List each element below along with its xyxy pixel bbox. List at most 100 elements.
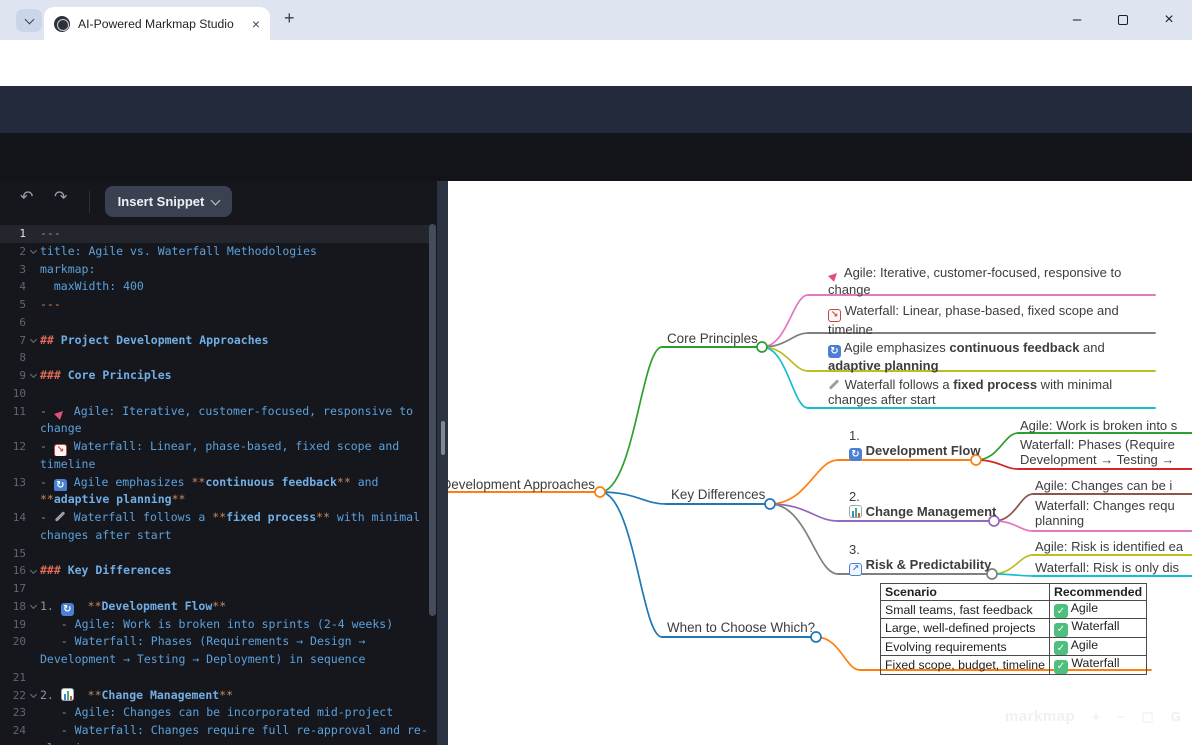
- editor-scrollbar[interactable]: [429, 224, 436, 616]
- chartdown-icon: ↘: [54, 444, 67, 456]
- map-node-branch-when-to-choose[interactable]: When to Choose Which?: [667, 620, 815, 635]
- window-close-button[interactable]: ×: [1146, 0, 1192, 39]
- fold-gutter[interactable]: [26, 332, 40, 350]
- mindmap-pane[interactable]: Development Approaches Core Principles Key…: [448, 181, 1192, 745]
- code-text: maxWidth: 400: [40, 278, 430, 296]
- code-line: 2title: Agile vs. Waterfall Methodologie…: [0, 243, 430, 261]
- line-number: 5: [0, 296, 26, 314]
- tab-close-icon[interactable]: ×: [252, 17, 260, 31]
- map-node-item-development-flow[interactable]: ↻ Development Flow: [849, 443, 980, 461]
- map-node-item-risk-predictability[interactable]: ↗ Risk & Predictability: [849, 557, 991, 576]
- window-minimize-button[interactable]: –: [1054, 0, 1100, 39]
- fold-gutter: [26, 314, 40, 332]
- map-node-branch-core-principles[interactable]: Core Principles: [667, 331, 758, 346]
- line-number: 6: [0, 314, 26, 332]
- undo-icon[interactable]: ↶: [20, 187, 33, 207]
- fold-gutter: [26, 385, 40, 403]
- table-row: Fixed scope, budget, timeline✓ Waterfall: [881, 656, 1147, 675]
- fold-gutter[interactable]: [26, 687, 40, 705]
- map-node-leaf-waterfall-linear[interactable]: ↘ Waterfall: Linear, phase-based, fixed …: [828, 303, 1119, 337]
- code-line: 5---: [0, 296, 430, 314]
- check-icon: ✓: [1054, 660, 1068, 674]
- watermark-button-3[interactable]: G: [1171, 709, 1181, 724]
- fold-gutter: [26, 545, 40, 563]
- code-line: 14- Waterfall follows a **fixed process*…: [0, 509, 430, 527]
- scenario-cell: Small teams, fast feedback: [881, 600, 1050, 619]
- browser-tab[interactable]: AI-Powered Markmap Studio ×: [44, 7, 270, 40]
- code-text: ### Core Principles: [40, 367, 430, 385]
- line-number: 16: [0, 562, 26, 580]
- node-toggle-circle[interactable]: [765, 499, 775, 509]
- fold-gutter[interactable]: [26, 598, 40, 616]
- code-text: - Waterfall follows a **fixed process** …: [40, 509, 430, 527]
- map-node-branch-key-differences[interactable]: Key Differences: [671, 487, 765, 502]
- pane-divider[interactable]: [437, 181, 448, 745]
- map-node-leaf-waterfall-phases[interactable]: Waterfall: Phases (RequireDevelopment → …: [1020, 437, 1175, 468]
- maximize-icon: [1118, 15, 1128, 25]
- mindmap-link: [600, 492, 666, 504]
- node-toggle-circle[interactable]: [757, 342, 767, 352]
- code-line: Development → Testing → Deployment) in s…: [0, 651, 430, 669]
- map-node-item-change-management[interactable]: Change Management: [849, 504, 996, 519]
- fold-gutter: [26, 527, 40, 545]
- window-maximize-button[interactable]: [1100, 0, 1146, 39]
- watermark-button-0[interactable]: +: [1092, 709, 1100, 724]
- map-node-leaf-waterfall-risk[interactable]: Waterfall: Risk is only dis: [1035, 560, 1179, 575]
- fold-gutter[interactable]: [26, 367, 40, 385]
- line-number: 17: [0, 580, 26, 598]
- tab-search-button[interactable]: [16, 9, 42, 32]
- code-text: 2. **Change Management**: [40, 687, 430, 705]
- markmap-brand[interactable]: markmap: [1005, 708, 1075, 725]
- new-tab-button[interactable]: +: [284, 8, 295, 29]
- code-line: change: [0, 420, 430, 438]
- mindmap-link: [770, 460, 838, 504]
- redo-icon[interactable]: ↷: [54, 187, 67, 207]
- code-text: [40, 545, 430, 563]
- fold-gutter[interactable]: [26, 562, 40, 580]
- fold-gutter: [26, 225, 40, 243]
- recommended-cell: ✓ Waterfall: [1049, 656, 1146, 675]
- recommended-cell: ✓ Agile: [1049, 600, 1146, 619]
- code-line: 16### Key Differences: [0, 562, 430, 580]
- mindmap-link: [770, 504, 838, 574]
- fold-gutter[interactable]: [26, 243, 40, 261]
- fold-chevron-icon: [29, 336, 36, 343]
- map-node-leaf-agile-changes[interactable]: Agile: Changes can be i: [1035, 478, 1172, 493]
- map-node-leaf-agile-feedback[interactable]: ↻ Agile emphasizes continuous feedback a…: [828, 340, 1105, 373]
- table-header-row: ScenarioRecommended: [881, 584, 1147, 601]
- map-node-leaf-agile-risk[interactable]: Agile: Risk is identified ea: [1035, 539, 1183, 554]
- watermark-button-1[interactable]: −: [1117, 709, 1125, 724]
- node-toggle-circle[interactable]: [595, 487, 605, 497]
- code-text: [40, 385, 430, 403]
- table-header-scenario: Scenario: [881, 584, 1050, 601]
- pen-icon: [54, 510, 67, 523]
- line-number: 15: [0, 545, 26, 563]
- scenario-table: ScenarioRecommended Small teams, fast fe…: [880, 583, 1147, 675]
- map-node-leaf-agile-sprints[interactable]: Agile: Work is broken into s: [1020, 418, 1177, 433]
- map-node-leaf-waterfall-changes[interactable]: Waterfall: Changes requplanning: [1035, 498, 1175, 529]
- fold-gutter: [26, 261, 40, 279]
- code-text: changes after start: [40, 527, 430, 545]
- code-editor[interactable]: 1---2title: Agile vs. Waterfall Methodol…: [0, 225, 430, 745]
- insert-snippet-button[interactable]: Insert Snippet: [105, 186, 232, 217]
- markmap-watermark-toolbar: markmap +−▢G◐: [1005, 708, 1192, 725]
- fold-gutter: [26, 296, 40, 314]
- code-text: 1. ↻ **Development Flow**: [40, 598, 430, 616]
- code-line: 11- ▲ Agile: Iterative, customer-focused…: [0, 403, 430, 421]
- fold-gutter: [26, 474, 40, 492]
- barchart-icon: [61, 688, 74, 701]
- map-node-root-development-approaches[interactable]: Development Approaches: [448, 477, 595, 492]
- fold-gutter: [26, 651, 40, 669]
- divider-drag-handle[interactable]: [441, 421, 445, 455]
- watermark-button-2[interactable]: ▢: [1141, 709, 1153, 725]
- fold-gutter: [26, 616, 40, 634]
- line-number: [0, 527, 26, 545]
- fold-gutter: [26, 456, 40, 474]
- code-text: - Waterfall: Changes require full re-app…: [40, 722, 430, 740]
- fold-chevron-icon: [29, 602, 36, 609]
- fold-gutter: [26, 722, 40, 740]
- map-node-leaf-waterfall-fixed[interactable]: Waterfall follows a fixed process with m…: [828, 377, 1112, 408]
- fold-chevron-icon: [29, 371, 36, 378]
- map-node-leaf-agile-iterative[interactable]: ▲ Agile: Iterative, customer-focused, re…: [828, 265, 1121, 297]
- fold-gutter: [26, 349, 40, 367]
